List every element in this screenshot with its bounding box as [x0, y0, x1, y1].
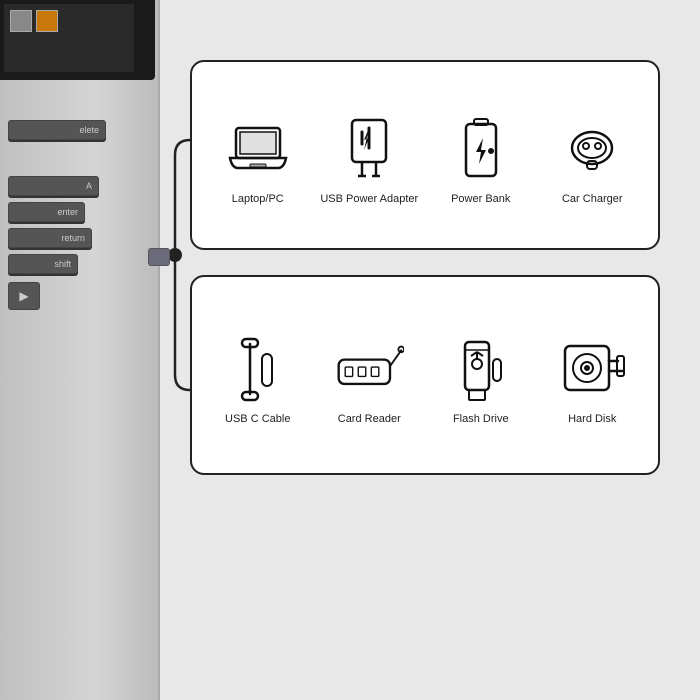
- adapter-icon: [334, 114, 404, 184]
- device-item-powerbank: Power Bank: [431, 114, 531, 206]
- key-return: enter: [8, 202, 85, 222]
- usbcable-icon: [223, 334, 293, 404]
- row1-box: Laptop/PC USB Power Adapte: [190, 60, 660, 250]
- key-delete: elete: [8, 120, 106, 140]
- carcharger-label: Car Charger: [562, 192, 623, 206]
- keyboard-area: elete A enter return shift ▶: [8, 120, 148, 310]
- harddisk-label: Hard Disk: [568, 412, 616, 426]
- laptop-screen-inner: [4, 4, 134, 72]
- usb-dongle: [148, 248, 170, 266]
- powerbank-icon: [446, 114, 516, 184]
- key-return2: return: [8, 228, 92, 248]
- adapter-label: USB Power Adapter: [320, 192, 418, 206]
- laptop-icon: [223, 114, 293, 184]
- flashdrive-icon: [446, 334, 516, 404]
- row2-box: USB C Cable C: [190, 275, 660, 475]
- carcharger-icon: [557, 114, 627, 184]
- device-item-cardreader: Card Reader: [319, 334, 419, 426]
- device-item-laptop: Laptop/PC: [208, 114, 308, 206]
- usbcable-label: USB C Cable: [225, 412, 290, 426]
- powerbank-label: Power Bank: [451, 192, 510, 206]
- laptop-side-panel: elete A enter return shift ▶: [0, 0, 160, 700]
- laptop-label: Laptop/PC: [232, 192, 284, 206]
- device-item-carcharger: Car Charger: [542, 114, 642, 206]
- cardreader-label: Card Reader: [338, 412, 401, 426]
- device-item-flashdrive: Flash Drive: [431, 334, 531, 426]
- device-item-harddisk: Hard Disk: [542, 334, 642, 426]
- harddisk-icon: [557, 334, 627, 404]
- main-content: Laptop/PC USB Power Adapte: [170, 60, 680, 640]
- row1-grid: Laptop/PC USB Power Adapte: [192, 62, 658, 248]
- device-item-usbcable: USB C Cable: [208, 334, 308, 426]
- row2-grid: USB C Cable C: [192, 277, 658, 473]
- flashdrive-label: Flash Drive: [453, 412, 509, 426]
- key-shift: shift: [8, 254, 78, 274]
- cardreader-icon: [334, 334, 404, 404]
- device-item-adapter: USB Power Adapter: [319, 114, 419, 206]
- laptop-screen: [0, 0, 155, 80]
- key-enter: A: [8, 176, 99, 196]
